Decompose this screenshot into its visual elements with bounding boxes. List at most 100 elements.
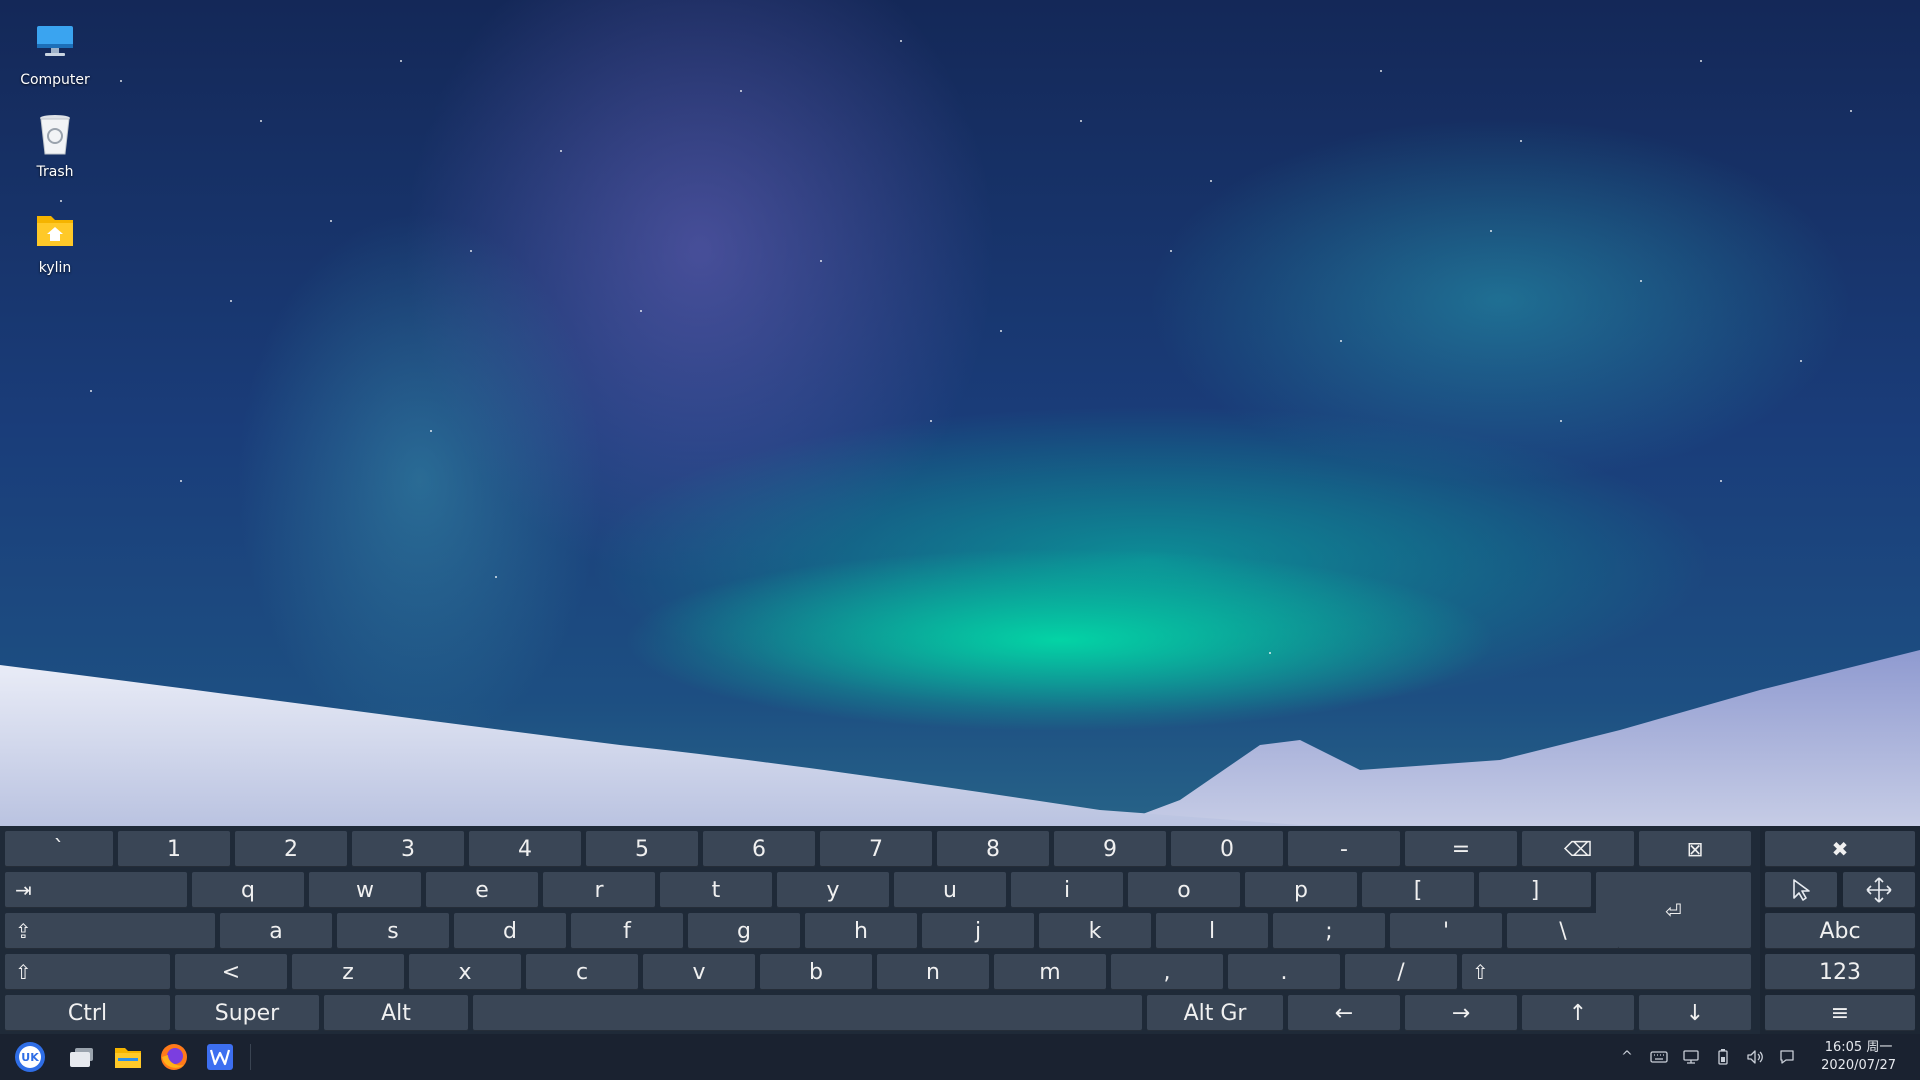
key-m[interactable]: m	[994, 954, 1106, 990]
key-i[interactable]: i	[1011, 872, 1123, 908]
key-a[interactable]: a	[220, 913, 332, 949]
folder-icon	[115, 1048, 141, 1068]
key-f[interactable]: f	[571, 913, 683, 949]
key-equals[interactable]: =	[1405, 831, 1517, 867]
desktop-icon-computer[interactable]: Computer	[10, 18, 100, 88]
tray-battery-button[interactable]	[1712, 1046, 1734, 1068]
key-p[interactable]: p	[1245, 872, 1357, 908]
key-comma[interactable]: ,	[1111, 954, 1223, 990]
key-1[interactable]: 1	[118, 831, 230, 867]
key-w[interactable]: w	[309, 872, 421, 908]
computer-icon	[31, 18, 79, 66]
key-6[interactable]: 6	[703, 831, 815, 867]
move-keyboard-button[interactable]	[1843, 872, 1915, 908]
firefox-button[interactable]	[158, 1041, 190, 1073]
key-alt-gr[interactable]: Alt Gr	[1147, 995, 1283, 1031]
volume-icon	[1747, 1050, 1763, 1064]
key-z[interactable]: z	[292, 954, 404, 990]
key-slash[interactable]: /	[1345, 954, 1457, 990]
taskbar-divider	[250, 1044, 251, 1070]
home-folder-icon	[31, 206, 79, 254]
multitask-view-icon	[70, 1048, 93, 1067]
key-enter[interactable]: ⏎	[1596, 872, 1751, 949]
alphabet-layout-button[interactable]: Abc	[1765, 913, 1915, 949]
network-icon	[1683, 1050, 1699, 1064]
key-backslash[interactable]: \	[1507, 913, 1619, 949]
key-2[interactable]: 2	[235, 831, 347, 867]
svg-text:UK: UK	[21, 1051, 39, 1064]
key-period[interactable]: .	[1228, 954, 1340, 990]
key-semicolon[interactable]: ;	[1273, 913, 1385, 949]
keyboard-menu-button[interactable]: ≡	[1765, 995, 1915, 1031]
key-d[interactable]: d	[454, 913, 566, 949]
key-u[interactable]: u	[894, 872, 1006, 908]
key-less-than[interactable]: <	[175, 954, 287, 990]
keyboard-close-button[interactable]: ✖	[1765, 831, 1915, 867]
start-menu-icon: UK	[15, 1042, 45, 1072]
tray-keyboard-button[interactable]	[1648, 1046, 1670, 1068]
key-arrow-up[interactable]: ↑	[1522, 995, 1634, 1031]
taskbar: UK ^ 16:05 周一 2020/07/27	[0, 1034, 1920, 1080]
tray-volume-button[interactable]	[1744, 1046, 1766, 1068]
key-7[interactable]: 7	[820, 831, 932, 867]
key-apostrophe[interactable]: '	[1390, 913, 1502, 949]
pointer-mode-button[interactable]	[1765, 872, 1837, 908]
key-l[interactable]: l	[1156, 913, 1268, 949]
desktop-icon-home-folder[interactable]: kylin	[10, 206, 100, 276]
key-backtick[interactable]: `	[5, 831, 113, 867]
key-n[interactable]: n	[877, 954, 989, 990]
tray-notification-button[interactable]	[1776, 1046, 1798, 1068]
key-0[interactable]: 0	[1171, 831, 1283, 867]
key-x[interactable]: x	[409, 954, 521, 990]
key-space[interactable]	[473, 995, 1142, 1031]
key-s[interactable]: s	[337, 913, 449, 949]
tray-expand-button[interactable]: ^	[1616, 1046, 1638, 1068]
key-e[interactable]: e	[426, 872, 538, 908]
key-minus[interactable]: -	[1288, 831, 1400, 867]
key-3[interactable]: 3	[352, 831, 464, 867]
wps-writer-button[interactable]	[204, 1041, 236, 1073]
trash-icon	[31, 110, 79, 158]
key-4[interactable]: 4	[469, 831, 581, 867]
key-arrow-left[interactable]: ←	[1288, 995, 1400, 1031]
start-menu-button[interactable]: UK	[14, 1041, 46, 1073]
key-right-shift[interactable]: ⇧	[1462, 954, 1751, 990]
key-5[interactable]: 5	[586, 831, 698, 867]
key-r[interactable]: r	[543, 872, 655, 908]
key-t[interactable]: t	[660, 872, 772, 908]
key-right-bracket[interactable]: ]	[1479, 872, 1591, 908]
key-delete[interactable]: ⊠	[1639, 831, 1751, 867]
key-alt[interactable]: Alt	[324, 995, 468, 1031]
on-screen-keyboard: ` 1 2 3 4 5 6 7 8 9 0 - = ⌫ ⊠ ⇥ q w e r …	[0, 826, 1920, 1034]
desktop-icon-label: Computer	[20, 72, 90, 88]
key-c[interactable]: c	[526, 954, 638, 990]
key-caps-lock[interactable]: ⇪	[5, 913, 215, 949]
key-arrow-right[interactable]: →	[1405, 995, 1517, 1031]
key-ctrl[interactable]: Ctrl	[5, 995, 170, 1031]
key-tab[interactable]: ⇥	[5, 872, 187, 908]
key-g[interactable]: g	[688, 913, 800, 949]
desktop-icon-trash[interactable]: Trash	[10, 110, 100, 180]
key-q[interactable]: q	[192, 872, 304, 908]
multitask-view-button[interactable]	[66, 1041, 98, 1073]
key-o[interactable]: o	[1128, 872, 1240, 908]
notification-icon	[1780, 1050, 1794, 1064]
tray-network-button[interactable]	[1680, 1046, 1702, 1068]
numeric-layout-button[interactable]: 123	[1765, 954, 1915, 990]
key-k[interactable]: k	[1039, 913, 1151, 949]
key-v[interactable]: v	[643, 954, 755, 990]
file-manager-button[interactable]	[112, 1041, 144, 1073]
key-left-bracket[interactable]: [	[1362, 872, 1474, 908]
clock[interactable]: 16:05 周一 2020/07/27	[1821, 1039, 1896, 1075]
key-left-shift[interactable]: ⇧	[5, 954, 170, 990]
key-j[interactable]: j	[922, 913, 1034, 949]
key-h[interactable]: h	[805, 913, 917, 949]
key-9[interactable]: 9	[1054, 831, 1166, 867]
key-backspace[interactable]: ⌫	[1522, 831, 1634, 867]
pointer-icon	[1793, 879, 1810, 901]
key-8[interactable]: 8	[937, 831, 1049, 867]
key-y[interactable]: y	[777, 872, 889, 908]
key-super[interactable]: Super	[175, 995, 319, 1031]
key-arrow-down[interactable]: ↓	[1639, 995, 1751, 1031]
key-b[interactable]: b	[760, 954, 872, 990]
